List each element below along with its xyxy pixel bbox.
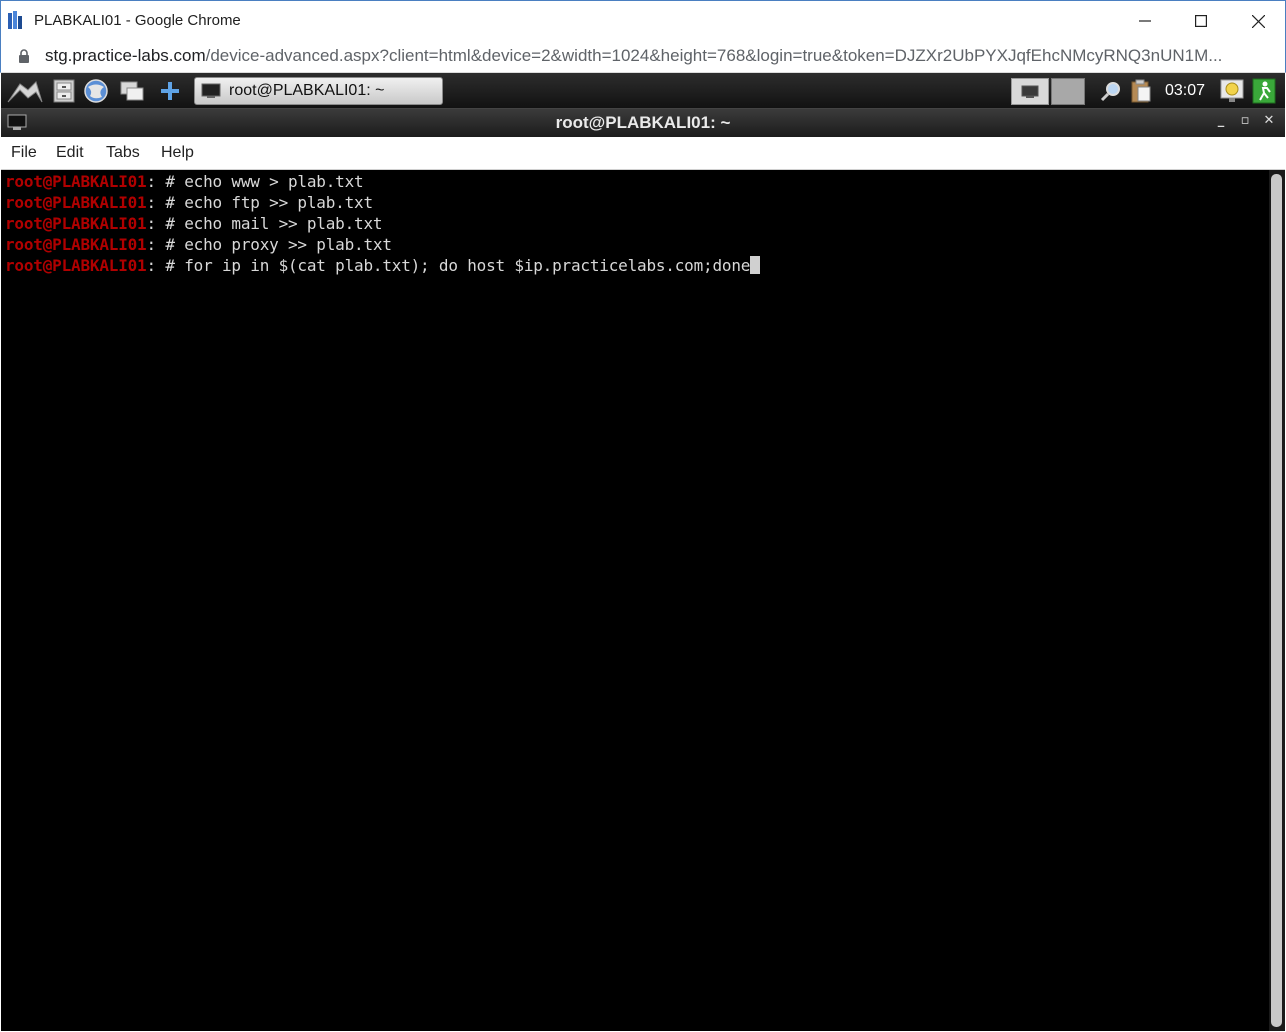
terminal-icon: [201, 83, 221, 98]
command-text: echo mail >> plab.txt: [184, 214, 383, 233]
prompt-separator: : #: [146, 172, 185, 191]
notification-bulb-icon: [1220, 79, 1244, 102]
prompt-user: root@PLABKALI01: [5, 256, 147, 275]
terminal-scrollbar[interactable]: [1269, 170, 1285, 1031]
menu-edit[interactable]: Edit: [56, 144, 84, 162]
workspace-1-button[interactable]: [1011, 78, 1049, 105]
kali-dragon-icon: [7, 81, 43, 103]
maximize-icon: [1195, 15, 1207, 27]
clipboard-button[interactable]: [1128, 78, 1154, 104]
magnifier-icon: [1100, 82, 1120, 102]
chrome-titlebar: PLABKALI01 - Google Chrome: [0, 0, 1286, 40]
file-cabinet-icon: [53, 79, 75, 103]
prompt-separator: : #: [146, 193, 185, 212]
prompt-user: root@PLABKALI01: [5, 235, 147, 254]
terminal-line: root@PLABKALI01: # echo ftp >> plab.txt: [1, 192, 1269, 213]
url-path: /device-advanced.aspx?client=html&device…: [205, 46, 1223, 65]
update-notifier-button[interactable]: [1219, 78, 1245, 104]
command-text: echo ftp >> plab.txt: [184, 193, 373, 212]
terminal-minimize-button[interactable]: _: [1211, 113, 1231, 128]
browser-launcher[interactable]: [81, 77, 111, 105]
kali-panel: root@PLABKALI01: ~ 03:07: [1, 73, 1285, 109]
menu-file[interactable]: File: [11, 144, 37, 162]
taskbar-terminal-label: root@PLABKALI01: ~: [229, 82, 385, 99]
address-bar[interactable]: stg.practice-labs.com/device-advanced.as…: [0, 40, 1286, 73]
workspace-window-icon: [1021, 85, 1039, 98]
scrollbar-thumb[interactable]: [1271, 174, 1282, 1027]
practice-labs-logo-icon: [8, 11, 22, 29]
minimize-icon: [1139, 20, 1151, 22]
terminal-menubar: File Edit Tabs Help: [1, 137, 1285, 170]
prompt-separator: : #: [146, 214, 185, 233]
prompt-user: root@PLABKALI01: [5, 193, 147, 212]
clock[interactable]: 03:07: [1165, 82, 1205, 100]
workspace-2-button[interactable]: [1051, 78, 1085, 105]
terminal-line: root@PLABKALI01: # echo mail >> plab.txt: [1, 213, 1269, 234]
terminal-window-title: root@PLABKALI01: ~: [555, 113, 731, 132]
prompt-user: root@PLABKALI01: [5, 172, 147, 191]
maximize-button[interactable]: [1173, 1, 1229, 41]
close-button[interactable]: [1230, 1, 1286, 41]
minimize-button[interactable]: [1117, 1, 1173, 41]
terminal-maximize-button[interactable]: ▫: [1235, 113, 1255, 128]
logout-button[interactable]: [1251, 78, 1277, 104]
window-list-launcher[interactable]: [117, 77, 147, 105]
terminal-line: root@PLABKALI01: # echo www > plab.txt: [1, 171, 1269, 192]
terminal-input-line[interactable]: root@PLABKALI01: # for ip in $(cat plab.…: [1, 255, 1269, 276]
text-cursor: [750, 256, 761, 274]
command-input[interactable]: for ip in $(cat plab.txt); do host $ip.p…: [184, 256, 750, 275]
menu-tabs[interactable]: Tabs: [106, 144, 140, 162]
terminal-titlebar[interactable]: root@PLABKALI01: ~ _ ▫ ✕: [1, 109, 1285, 137]
clipboard-icon: [1131, 79, 1151, 103]
file-manager-launcher[interactable]: [49, 77, 79, 105]
taskbar-terminal-button[interactable]: root@PLABKALI01: ~: [194, 77, 443, 105]
lock-icon[interactable]: [18, 49, 30, 64]
command-text: echo www > plab.txt: [184, 172, 364, 191]
url-text[interactable]: stg.practice-labs.com/device-advanced.as…: [45, 46, 1222, 66]
exit-icon: [1252, 78, 1276, 104]
url-host: stg.practice-labs.com: [45, 46, 206, 65]
search-button[interactable]: [1098, 78, 1124, 104]
command-text: echo proxy >> plab.txt: [184, 235, 392, 254]
prompt-separator: : #: [146, 235, 185, 254]
prompt-separator: : #: [146, 256, 185, 275]
terminal-output[interactable]: root@PLABKALI01: # echo www > plab.txt r…: [1, 170, 1269, 1031]
kali-menu-button[interactable]: [5, 77, 45, 105]
terminal-line: root@PLABKALI01: # echo proxy >> plab.tx…: [1, 234, 1269, 255]
add-launcher-button[interactable]: [155, 77, 185, 105]
menu-help[interactable]: Help: [161, 144, 194, 162]
web-browser-icon: [84, 79, 108, 103]
remote-desktop[interactable]: root@PLABKALI01: ~ 03:07 root@PLABKALI01…: [1, 73, 1285, 1031]
window-title: PLABKALI01 - Google Chrome: [34, 12, 241, 29]
window-manager-icon: [120, 81, 144, 101]
prompt-user: root@PLABKALI01: [5, 214, 147, 233]
terminal-close-button[interactable]: ✕: [1259, 113, 1279, 128]
close-icon: [1251, 14, 1265, 28]
add-icon: [161, 82, 179, 100]
